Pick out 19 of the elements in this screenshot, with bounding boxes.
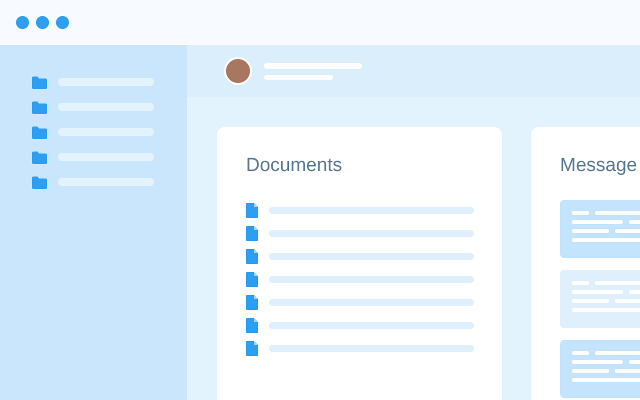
file-icon bbox=[246, 294, 258, 310]
file-icon bbox=[246, 248, 258, 264]
file-icon bbox=[246, 318, 258, 332]
window-control[interactable] bbox=[56, 16, 69, 29]
file-icon bbox=[246, 202, 258, 218]
folder-icon bbox=[32, 76, 47, 88]
folder-icon bbox=[32, 126, 47, 138]
folder-icon bbox=[32, 150, 47, 164]
file-icon bbox=[246, 272, 258, 286]
avatar[interactable] bbox=[224, 57, 252, 85]
placeholder-line bbox=[264, 74, 333, 80]
card-title: Documents bbox=[246, 154, 344, 178]
window-control[interactable] bbox=[36, 16, 49, 29]
folder-icon bbox=[32, 176, 47, 188]
card-title: Message bbox=[560, 154, 638, 178]
file-icon bbox=[246, 226, 258, 240]
folder-icon bbox=[32, 100, 47, 114]
window-control[interactable] bbox=[16, 16, 29, 29]
file-icon bbox=[246, 340, 258, 356]
